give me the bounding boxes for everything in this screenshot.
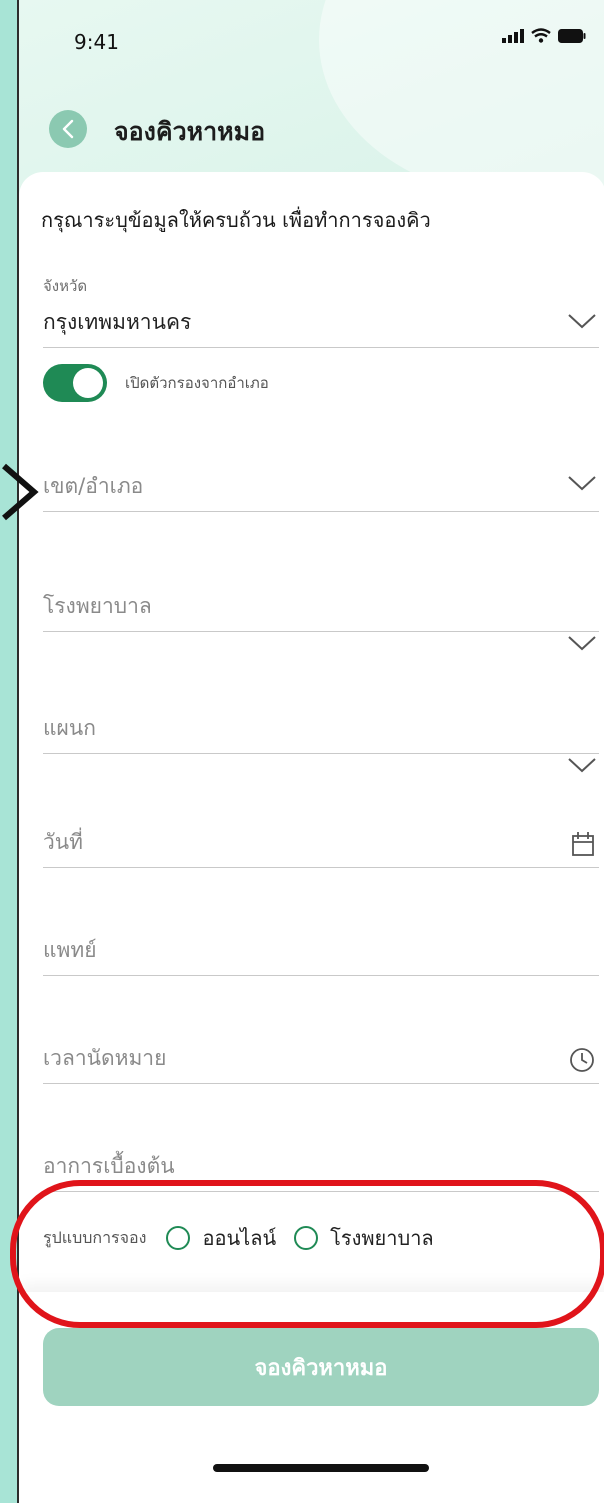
status-bar: 9:41 [19,0,604,80]
signal-icon [502,28,524,43]
district-select[interactable]: เขต/อำเภอ [43,452,599,512]
clock-icon [570,1048,594,1072]
back-button[interactable] [49,110,87,148]
back-icon [62,119,74,139]
hospital-placeholder: โรงพยาบาล [43,594,152,618]
province-value: กรุงเทพมหานคร [43,310,192,334]
form-card: กรุณาระบุข้อมูลให้ครบถ้วน เพื่อทำการจองค… [19,172,604,1292]
status-icons [502,28,586,43]
toggle-knob [73,368,103,398]
date-field[interactable]: วันที่ [43,808,599,868]
department-placeholder: แผนก [43,716,96,740]
page-title: จองคิวหาหมอ [114,117,266,146]
district-placeholder: เขต/อำเภอ [43,474,144,498]
appointment-time-field[interactable]: เวลานัดหมาย [43,1028,599,1084]
chevron-down-icon [568,476,596,491]
chevron-down-icon [568,314,596,329]
hospital-select[interactable]: โรงพยาบาล [43,572,599,651]
wifi-icon [531,28,551,43]
doctor-field[interactable]: แพทย์ [43,918,599,976]
province-label: จังหวัด [43,277,88,295]
annotation-arrow-icon [2,463,39,521]
calendar-icon [572,832,594,856]
status-time: 9:41 [74,30,119,54]
doctor-placeholder: แพทย์ [43,938,97,962]
annotation-highlight [10,1180,604,1328]
form-instruction: กรุณาระบุข้อมูลให้ครบถ้วน เพื่อทำการจองค… [41,208,431,232]
department-select[interactable]: แผนก [43,692,599,773]
date-placeholder: วันที่ [43,830,83,854]
appointment-time-placeholder: เวลานัดหมาย [43,1046,167,1070]
chevron-down-icon [568,758,596,773]
district-filter-label: เปิดตัวกรองจากอำเภอ [125,374,269,392]
district-filter-toggle-row: เปิดตัวกรองจากอำเภอ [43,364,269,402]
chevron-down-icon [568,636,596,651]
home-indicator [213,1464,429,1472]
submit-booking-button[interactable]: จองคิวหาหมอ [43,1328,599,1406]
header: จองคิวหาหมอ [19,100,604,156]
district-filter-toggle[interactable] [43,364,107,402]
province-select[interactable]: จังหวัด กรุงเทพมหานคร [43,277,599,348]
battery-icon [558,28,586,43]
symptoms-placeholder: อาการเบื้องต้น [43,1154,175,1178]
